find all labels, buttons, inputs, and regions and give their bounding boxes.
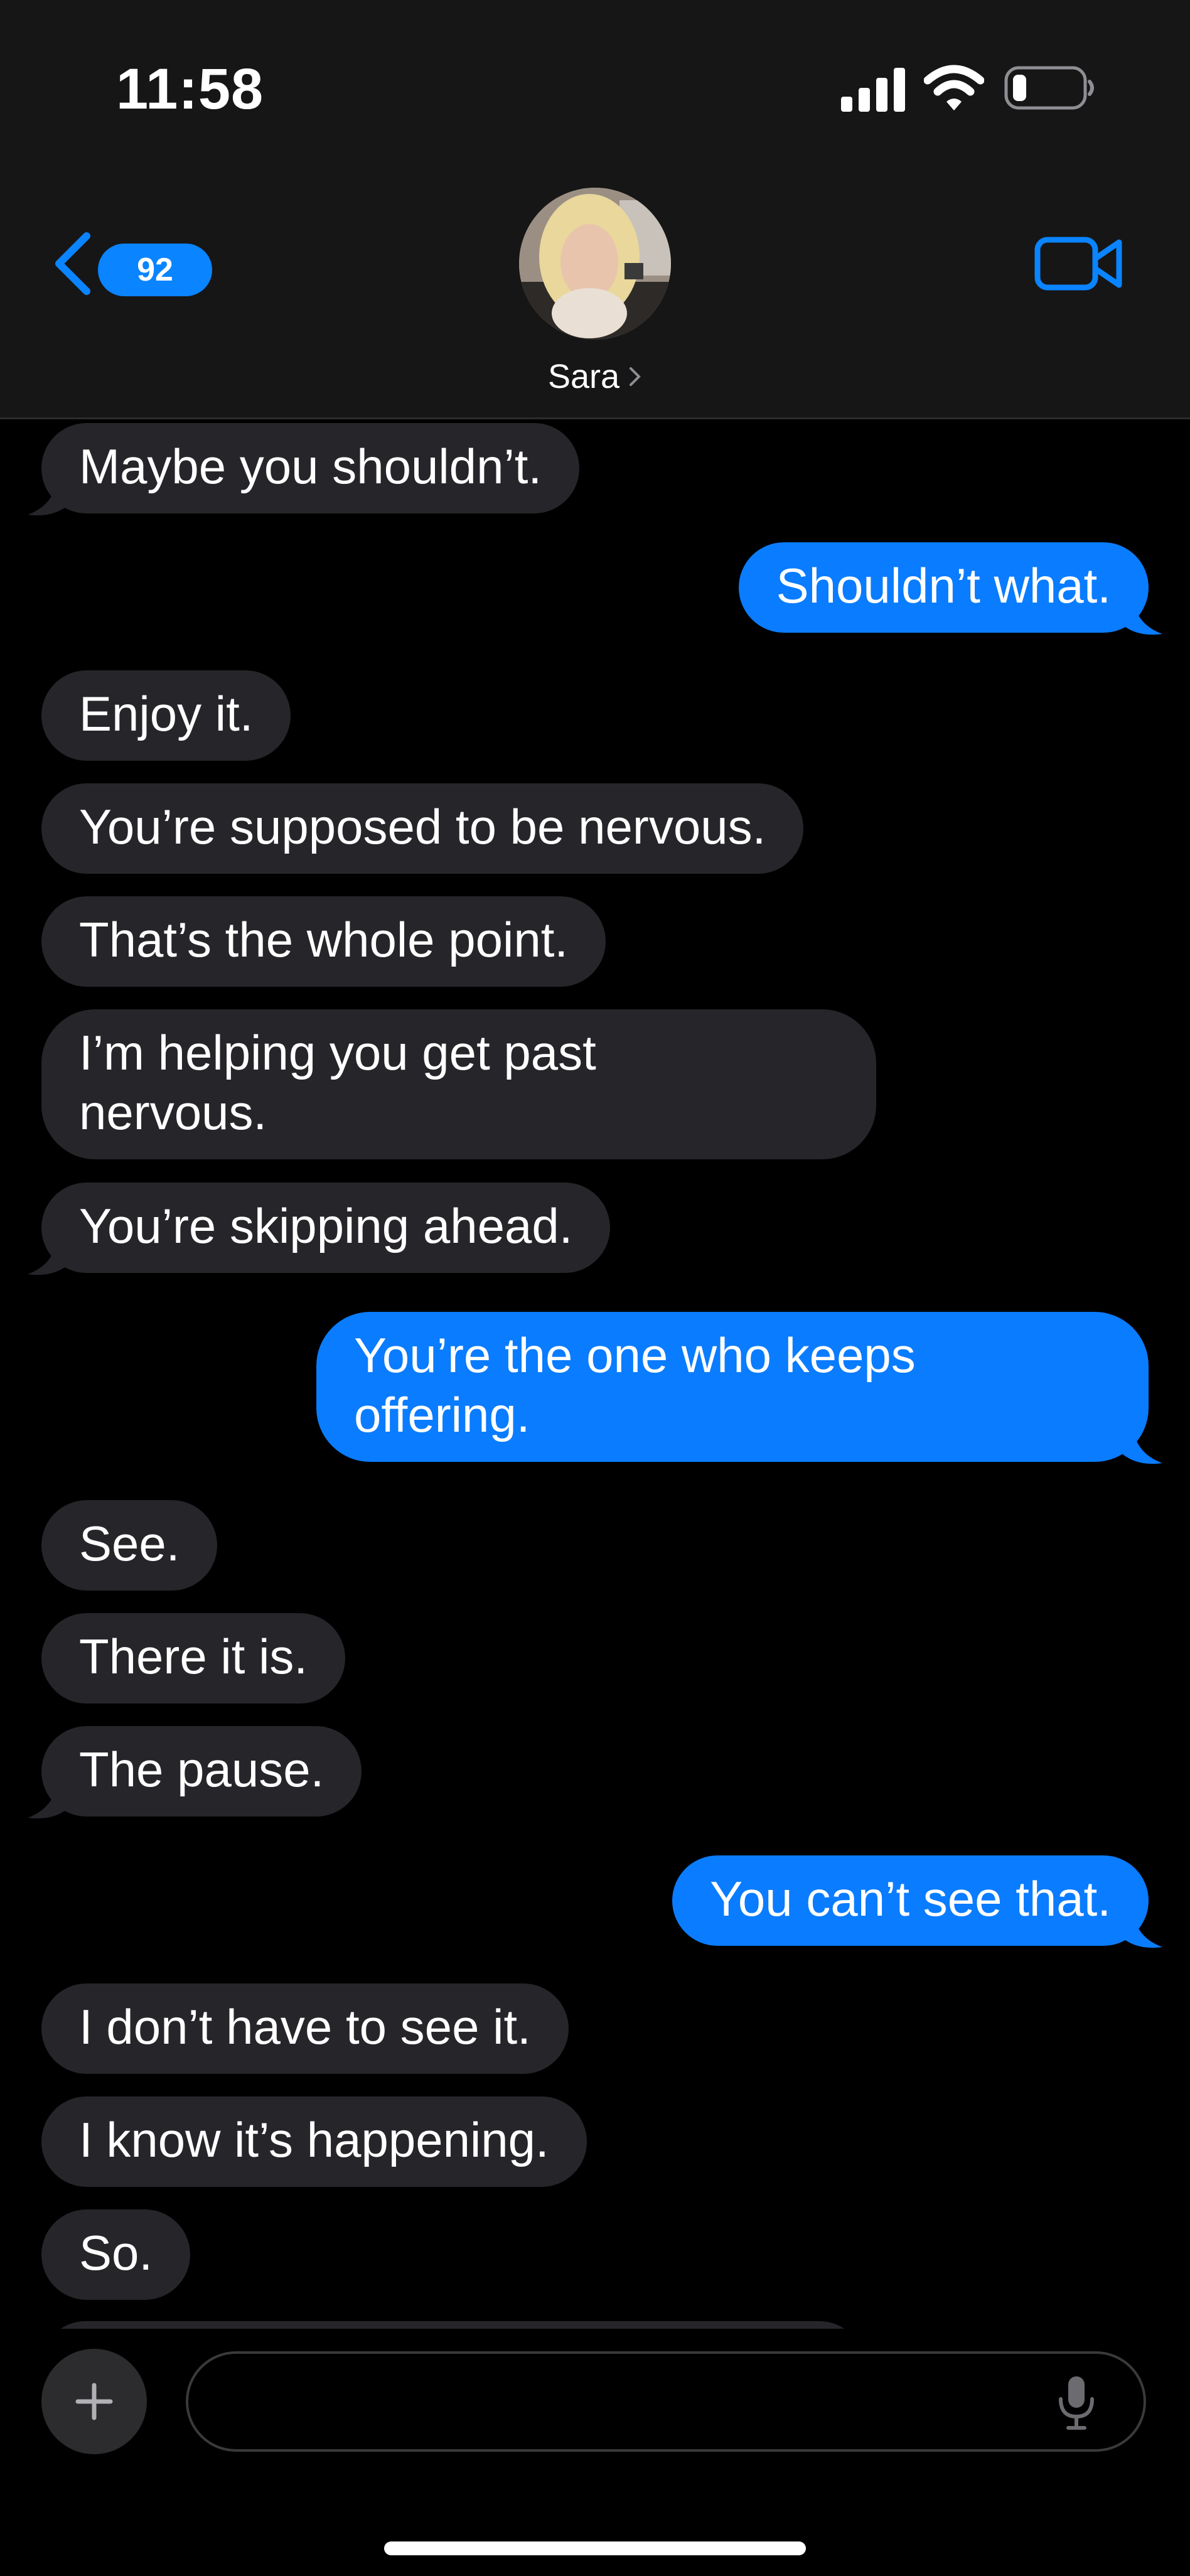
incoming-message-bubble[interactable]: See. — [41, 1500, 218, 1591]
outgoing-message-bubble[interactable]: You can’t see that. — [672, 1855, 1149, 1946]
contact-avatar[interactable] — [519, 188, 671, 340]
cellular-signal-icon — [841, 68, 905, 112]
incoming-message-bubble-partial[interactable] — [41, 2321, 864, 2329]
message-input[interactable] — [186, 2351, 1146, 2452]
status-time: 11:58 — [116, 57, 264, 121]
bubble-tail — [1118, 1908, 1162, 1948]
microphone-icon[interactable] — [1056, 2374, 1097, 2432]
back-button[interactable]: 92 — [45, 226, 212, 301]
outgoing-message-bubble[interactable]: You’re the one who keeps offering. — [316, 1312, 1149, 1462]
incoming-message-bubble[interactable]: There it is. — [41, 1613, 346, 1704]
incoming-message-bubble[interactable]: You’re skipping ahead. — [41, 1183, 611, 1273]
incoming-message-bubble[interactable]: I don’t have to see it. — [41, 1983, 569, 2074]
bubble-tail — [28, 476, 72, 516]
incoming-message-bubble[interactable]: That’s the whole point. — [41, 896, 606, 987]
wifi-icon — [924, 65, 984, 110]
battery-icon — [1004, 66, 1094, 110]
plus-icon — [75, 2383, 113, 2420]
contact-name-button[interactable]: Sara — [532, 352, 658, 402]
contact-name: Sara — [547, 358, 620, 395]
bubble-tail — [28, 1235, 72, 1275]
add-attachment-button[interactable] — [41, 2349, 147, 2454]
bubble-tail — [28, 1779, 72, 1819]
unread-count-badge: 92 — [98, 244, 212, 296]
bubble-tail — [1118, 1424, 1162, 1464]
conversation-header: 11:58 92 Sara — [0, 0, 1190, 419]
incoming-message-bubble[interactable]: Maybe you shouldn’t. — [41, 423, 580, 513]
incoming-message-bubble[interactable]: I know it’s happening. — [41, 2096, 587, 2187]
chevron-left-icon — [55, 232, 90, 295]
bubble-tail — [1118, 595, 1162, 635]
avatar-photo — [519, 188, 671, 340]
outgoing-message-bubble[interactable]: Shouldn’t what. — [738, 542, 1149, 633]
home-indicator — [384, 2541, 806, 2555]
incoming-message-bubble[interactable]: I’m helping you get past nervous. — [41, 1009, 876, 1159]
message-thread[interactable]: Maybe you shouldn’t. Shouldn’t what. Enjoy… — [0, 419, 1190, 2329]
incoming-message-bubble[interactable]: You’re supposed to be nervous. — [41, 783, 804, 874]
incoming-message-bubble[interactable]: So. — [41, 2209, 191, 2300]
chevron-right-icon — [630, 367, 641, 386]
messages-screen: 11:58 92 Sara Maybe you shouldn’t. Shoul… — [0, 0, 1190, 2576]
incoming-message-bubble[interactable]: Enjoy it. — [41, 670, 291, 761]
incoming-message-bubble[interactable]: The pause. — [41, 1726, 362, 1817]
video-camera-icon[interactable] — [1034, 233, 1123, 294]
